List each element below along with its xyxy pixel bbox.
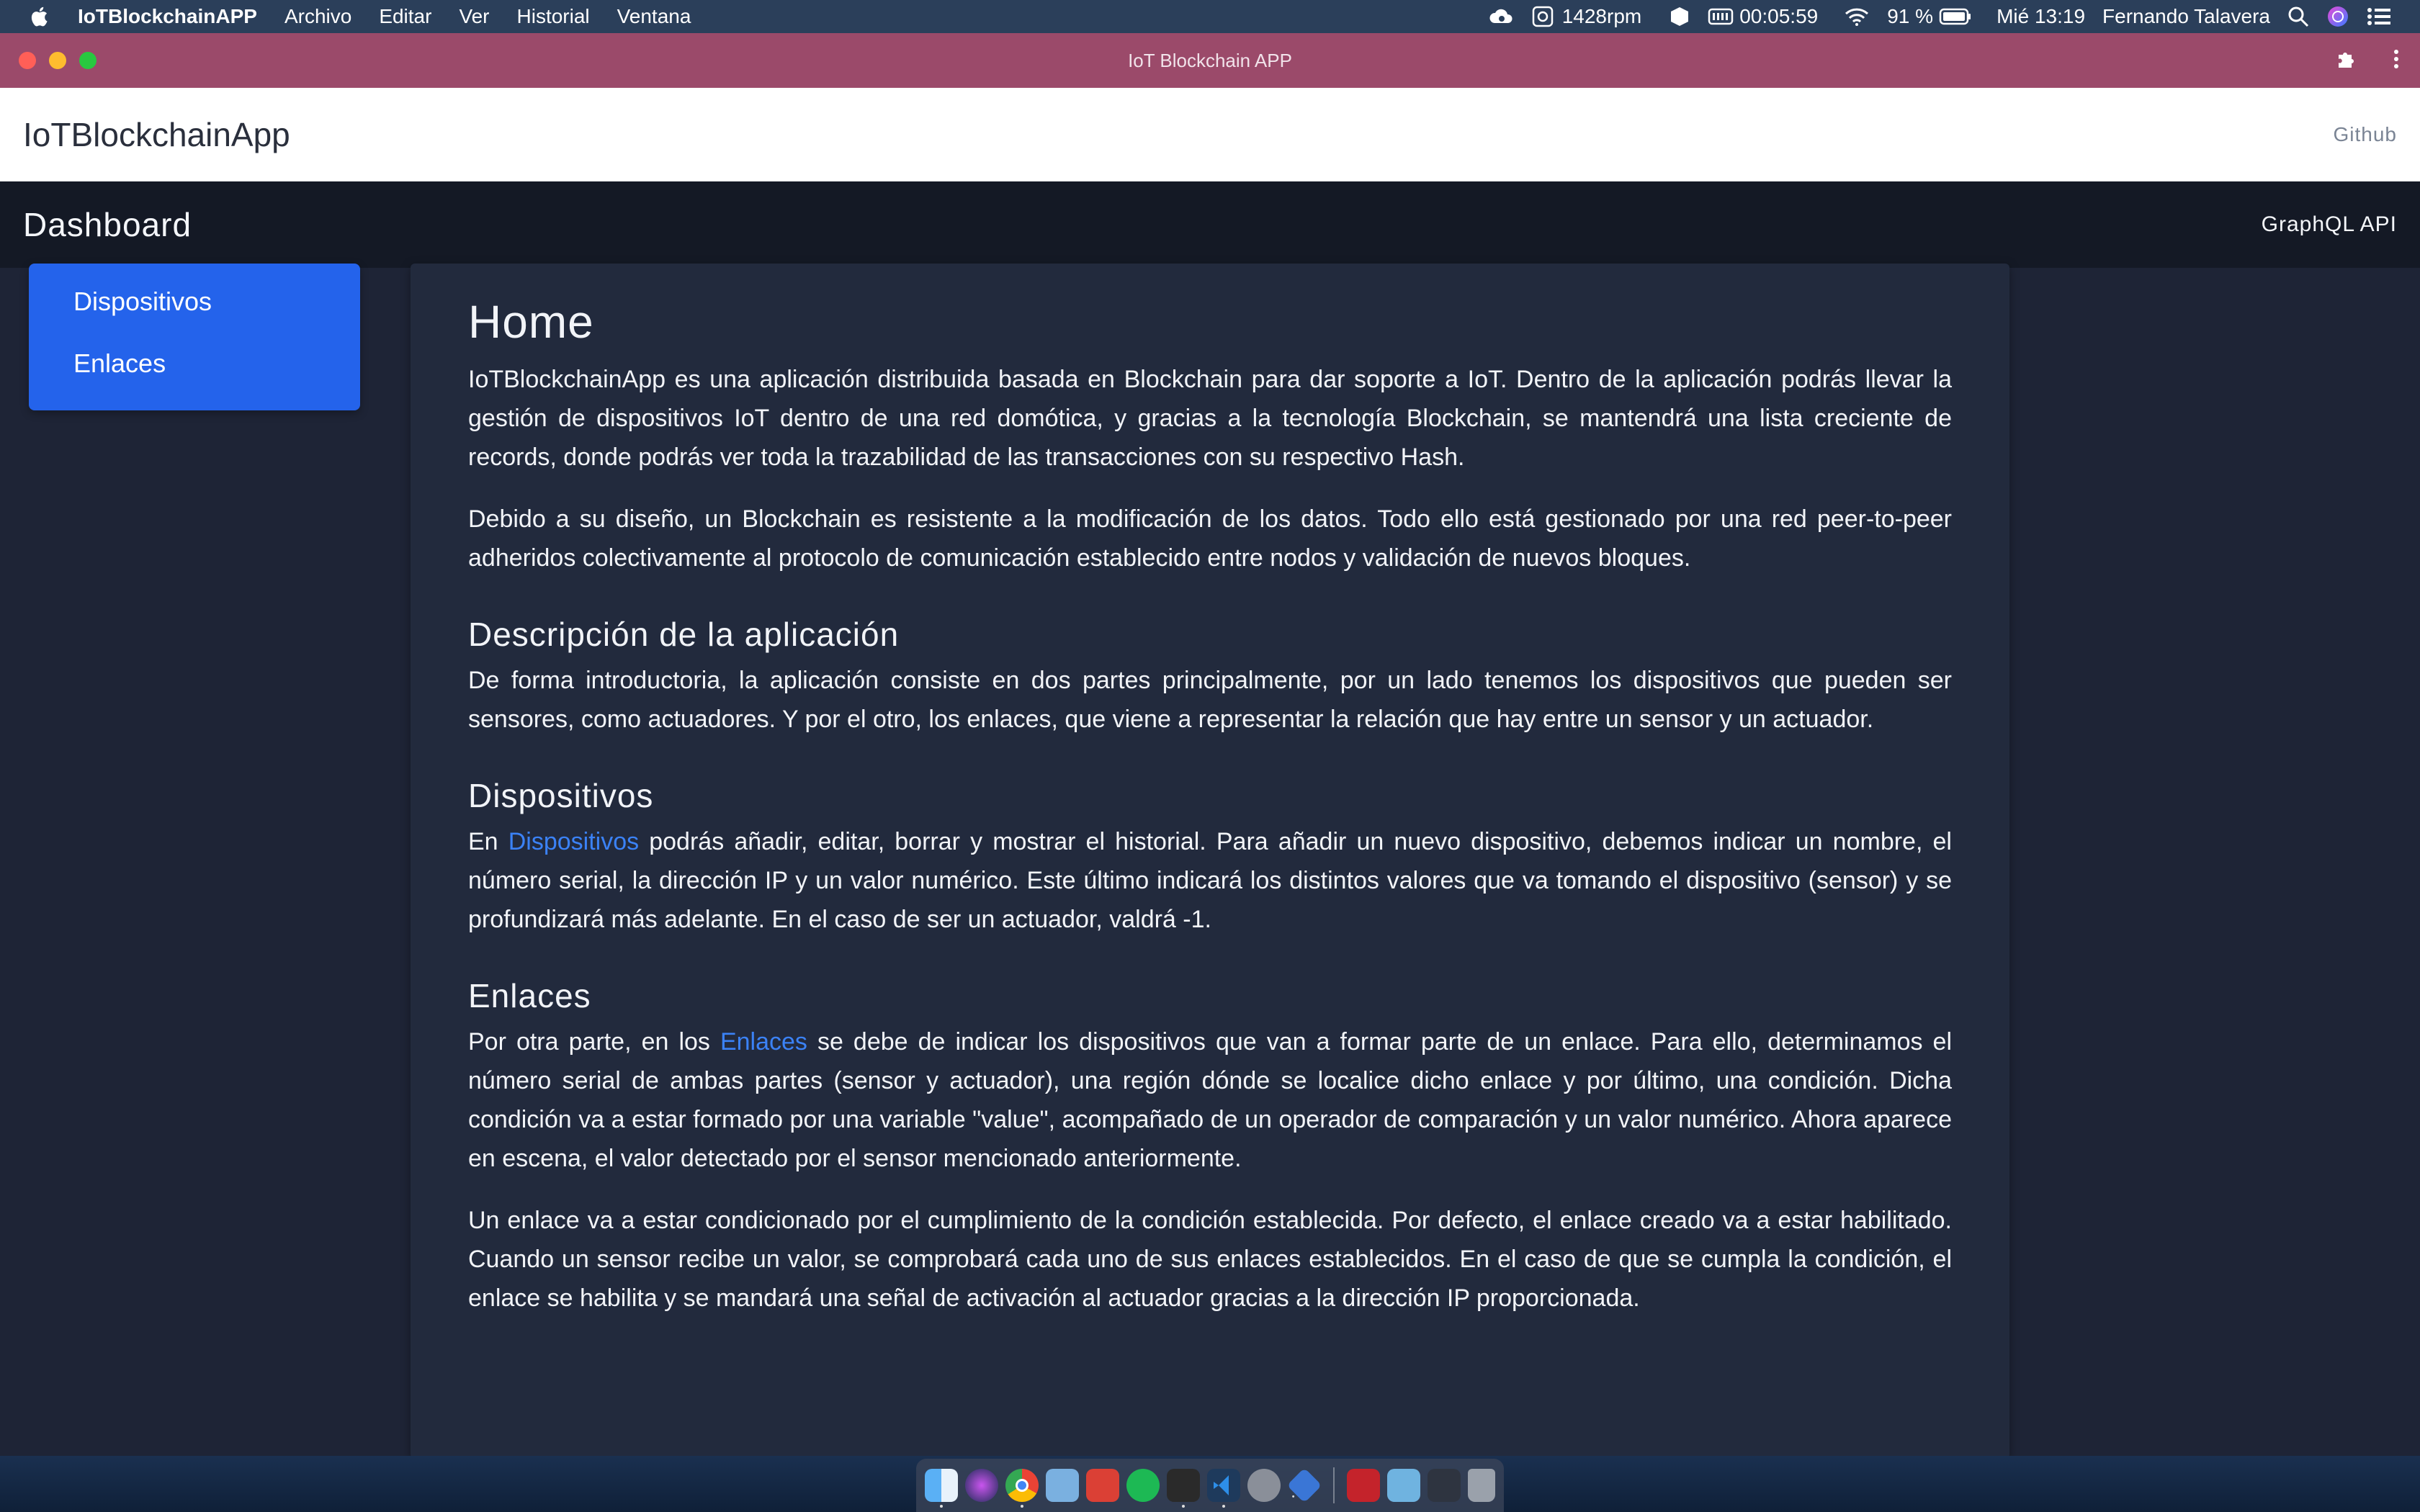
page-title: Dashboard <box>23 206 192 243</box>
links-heading: Enlaces <box>468 977 591 1014</box>
dashboard-header: Dashboard GraphQL API <box>0 181 2420 268</box>
battery-bar-icon <box>1708 8 1734 25</box>
menu-ventana[interactable]: Ventana <box>617 5 691 28</box>
brand-logo[interactable]: IoTBlockchainApp <box>23 115 290 154</box>
links-link[interactable]: Enlaces <box>720 1028 807 1056</box>
menu-app-name[interactable]: IoTBlockchainAPP <box>78 5 257 28</box>
devices-text-post: podrás añadir, editar, borrar y mostrar … <box>468 828 1952 933</box>
home-heading: Home <box>468 296 594 348</box>
devices-text-pre: En <box>468 828 508 855</box>
sidebar-nav: Dispositivos Enlaces <box>29 264 360 410</box>
xcode-icon[interactable] <box>1286 1467 1322 1503</box>
siri-icon[interactable] <box>965 1469 998 1502</box>
timer-widget[interactable]: 00:05:59 <box>1708 5 1818 28</box>
dock <box>916 1459 1504 1512</box>
description-heading: Descripción de la aplicación <box>468 616 900 653</box>
folder-icon[interactable] <box>1387 1469 1420 1502</box>
sidebar-item-enlaces[interactable]: Enlaces <box>73 346 360 408</box>
siri-icon[interactable] <box>2326 5 2349 28</box>
chrome-icon[interactable] <box>1005 1469 1039 1508</box>
search-icon[interactable] <box>2287 6 2309 27</box>
macos-menubar: IoTBlockchainAPP Archivo Editar Ver Hist… <box>0 0 2420 33</box>
vscode-icon[interactable] <box>1207 1469 1240 1508</box>
battery-widget[interactable]: 91 % <box>1887 5 1972 28</box>
fan-icon <box>1532 6 1553 27</box>
menu-archivo[interactable]: Archivo <box>284 5 351 28</box>
devices-heading: Dispositivos <box>468 777 654 814</box>
timer-text: 00:05:59 <box>1739 5 1819 27</box>
menubar-status-area: 1428rpm 00:05:59 91 % Mié 13:19 Fernando… <box>1471 5 2420 28</box>
menu-ver[interactable]: Ver <box>459 5 489 28</box>
menu-editar[interactable]: Editar <box>379 5 431 28</box>
cloud-icon[interactable] <box>1489 7 1515 26</box>
preview-icon[interactable] <box>1046 1469 1079 1502</box>
spotify-icon[interactable] <box>1126 1469 1160 1502</box>
finder-icon[interactable] <box>925 1469 958 1508</box>
notification-center-icon[interactable] <box>2367 6 2391 27</box>
devices-paragraph: En Dispositivos podrás añadir, editar, b… <box>468 822 1952 939</box>
window-titlebar[interactable]: IoT Blockchain APP <box>0 33 2420 88</box>
fan-speed: 1428rpm <box>1561 5 1642 27</box>
todoist-icon[interactable] <box>1086 1469 1119 1502</box>
wifi-icon[interactable] <box>1844 6 1870 27</box>
graphql-api-link[interactable]: GraphQL API <box>2262 212 2397 237</box>
apple-icon[interactable] <box>29 6 49 27</box>
intro-paragraph-2: Debido a su diseño, un Blockchain es res… <box>468 505 1952 572</box>
intro-paragraph-1: IoTBlockchainApp es una aplicación distr… <box>468 366 1952 471</box>
devices-link[interactable]: Dispositivos <box>508 828 639 855</box>
description-paragraph: De forma introductoria, la aplicación co… <box>468 667 1952 733</box>
window-title: IoT Blockchain APP <box>1128 49 1292 71</box>
dock-separator <box>1333 1467 1335 1503</box>
main-content[interactable]: Home IoTBlockchainApp es una aplicación … <box>411 264 2009 1459</box>
hexagon-icon[interactable] <box>1669 6 1690 27</box>
terminal-icon[interactable] <box>1167 1469 1200 1508</box>
trash-icon[interactable] <box>1468 1469 1495 1502</box>
menu-historial[interactable]: Historial <box>517 5 590 28</box>
battery-icon <box>1939 8 1971 25</box>
github-link[interactable]: Github <box>2334 123 2398 146</box>
acrobat-icon[interactable] <box>1347 1469 1380 1502</box>
battery-percent: 91 % <box>1887 5 1934 27</box>
links-text-pre: Por otra parte, en los <box>468 1028 720 1056</box>
top-navbar: IoTBlockchainApp Github <box>0 88 2420 181</box>
sidebar-item-dispositivos[interactable]: Dispositivos <box>73 284 360 346</box>
user-name[interactable]: Fernando Talavera <box>2102 5 2270 28</box>
system-preferences-icon[interactable] <box>1247 1469 1281 1502</box>
links-paragraph-2: Un enlace va a estar condicionado por el… <box>468 1207 1952 1312</box>
datetime[interactable]: Mié 13:19 <box>1996 5 2085 28</box>
screen-icon[interactable] <box>1428 1469 1461 1502</box>
fan-widget[interactable]: 1428rpm <box>1532 5 1642 28</box>
links-paragraph-1: Por otra parte, en los Enlaces se debe d… <box>468 1022 1952 1178</box>
